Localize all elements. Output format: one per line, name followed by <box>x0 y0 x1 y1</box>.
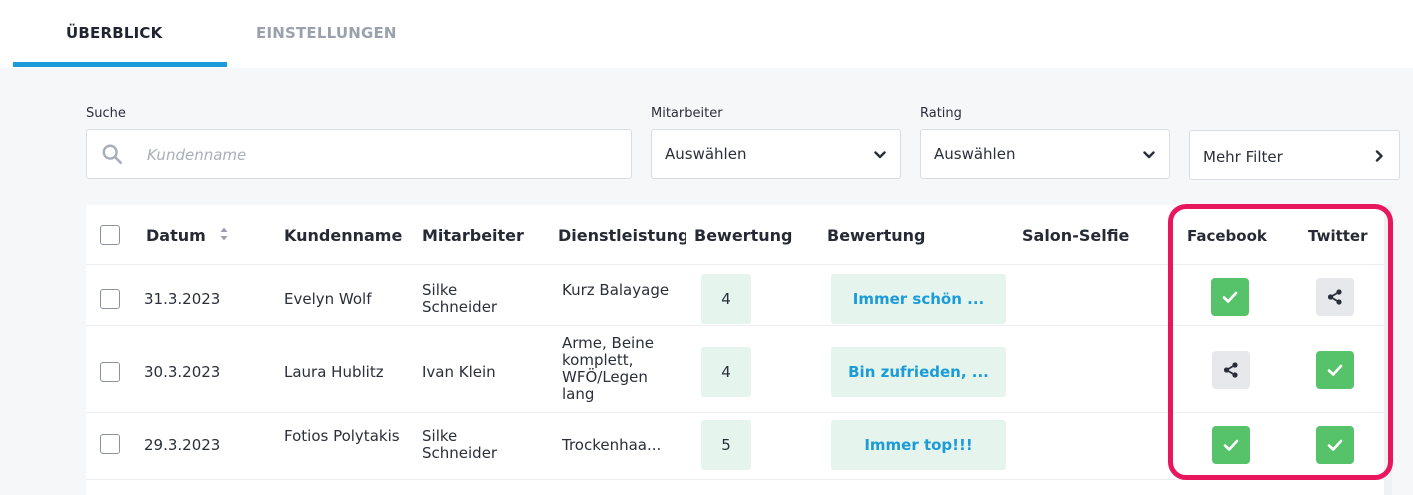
row-employee: Silke Schneider <box>422 427 498 462</box>
row-checkbox[interactable] <box>100 289 120 309</box>
employee-select[interactable]: Auswählen <box>651 129 901 179</box>
facebook-shared-toggle[interactable] <box>1211 278 1249 316</box>
row-service: Trockenhaa... <box>562 436 662 454</box>
rating-select[interactable]: Auswählen <box>920 129 1170 179</box>
rating-badge: 4 <box>701 347 751 397</box>
employee-select-value: Auswählen <box>665 145 747 163</box>
table-scrollbar[interactable] <box>1384 205 1392 495</box>
column-header-salon-selfie: Salon-Selfie <box>1022 226 1130 245</box>
checkmark-icon <box>1327 439 1343 451</box>
row-date: 31.3.2023 <box>144 290 221 308</box>
column-header-employee: Mitarbeiter <box>422 226 524 245</box>
row-customer: Evelyn Wolf <box>284 290 372 308</box>
more-filter-label: Mehr Filter <box>1203 148 1283 166</box>
chevron-down-icon <box>874 151 886 159</box>
share-icon <box>1223 362 1238 378</box>
tab-settings[interactable]: EINSTELLUNGEN <box>256 24 397 42</box>
checkmark-icon <box>1327 364 1343 376</box>
row-employee: Silke Schneider <box>422 281 498 316</box>
column-header-date[interactable]: Datum <box>146 226 216 245</box>
row-checkbox[interactable] <box>100 362 120 382</box>
search-icon <box>102 144 122 164</box>
search-input[interactable] <box>147 142 617 168</box>
row-service: Arme, Beine komplett, WFÖ/Legen lang <box>562 334 654 403</box>
chevron-right-icon <box>1375 150 1383 162</box>
checkmark-icon <box>1223 439 1239 451</box>
search-label: Suche <box>86 106 126 121</box>
row-customer: Fotios Polytakis <box>284 427 400 445</box>
column-header-service: Dienstleistung <box>558 226 686 245</box>
row-divider <box>86 325 1386 326</box>
row-date: 29.3.2023 <box>144 436 221 454</box>
twitter-shared-toggle[interactable] <box>1316 426 1354 464</box>
tab-bar: ÜBERBLICK EINSTELLUNGEN <box>0 0 1413 68</box>
reviews-table: Datum Kundenname Mitarbeiter Dienstleist… <box>86 205 1386 495</box>
sort-icon[interactable] <box>219 225 229 243</box>
employee-filter-label: Mitarbeiter <box>651 106 723 121</box>
row-service: Kurz Balayage <box>562 281 670 299</box>
row-customer: Laura Hublitz <box>284 363 384 381</box>
facebook-shared-toggle[interactable] <box>1212 426 1250 464</box>
search-box <box>86 129 632 179</box>
column-header-rating: Bewertung <box>694 226 793 245</box>
twitter-shared-toggle[interactable] <box>1316 351 1354 389</box>
share-icon <box>1327 289 1342 305</box>
review-preview-button[interactable]: Immer top!!! <box>831 420 1006 470</box>
rating-select-value: Auswählen <box>934 145 1016 163</box>
rating-filter-label: Rating <box>920 106 962 121</box>
tab-overview[interactable]: ÜBERBLICK <box>66 24 162 42</box>
rating-badge: 4 <box>701 274 751 324</box>
row-date: 30.3.2023 <box>144 363 221 381</box>
select-all-checkbox[interactable] <box>100 225 120 245</box>
row-divider <box>86 264 1386 265</box>
row-checkbox[interactable] <box>100 434 120 454</box>
column-header-review: Bewertung <box>827 226 926 245</box>
review-preview-button[interactable]: Immer schön ... <box>831 274 1006 324</box>
twitter-share-button[interactable] <box>1316 278 1354 316</box>
facebook-share-button[interactable] <box>1212 351 1250 389</box>
column-header-customer: Kundenname <box>284 226 403 245</box>
review-preview-button[interactable]: Bin zufrieden, ... <box>831 347 1006 397</box>
row-employee: Ivan Klein <box>422 363 496 381</box>
column-header-twitter: Twitter <box>1308 227 1368 245</box>
rating-badge: 5 <box>701 420 751 470</box>
active-tab-indicator <box>13 62 227 67</box>
column-header-facebook: Facebook <box>1187 227 1267 245</box>
row-divider <box>86 412 1386 413</box>
row-divider <box>86 479 1386 480</box>
more-filter-button[interactable]: Mehr Filter <box>1189 130 1400 180</box>
checkmark-icon <box>1222 291 1238 303</box>
chevron-down-icon <box>1143 151 1155 159</box>
